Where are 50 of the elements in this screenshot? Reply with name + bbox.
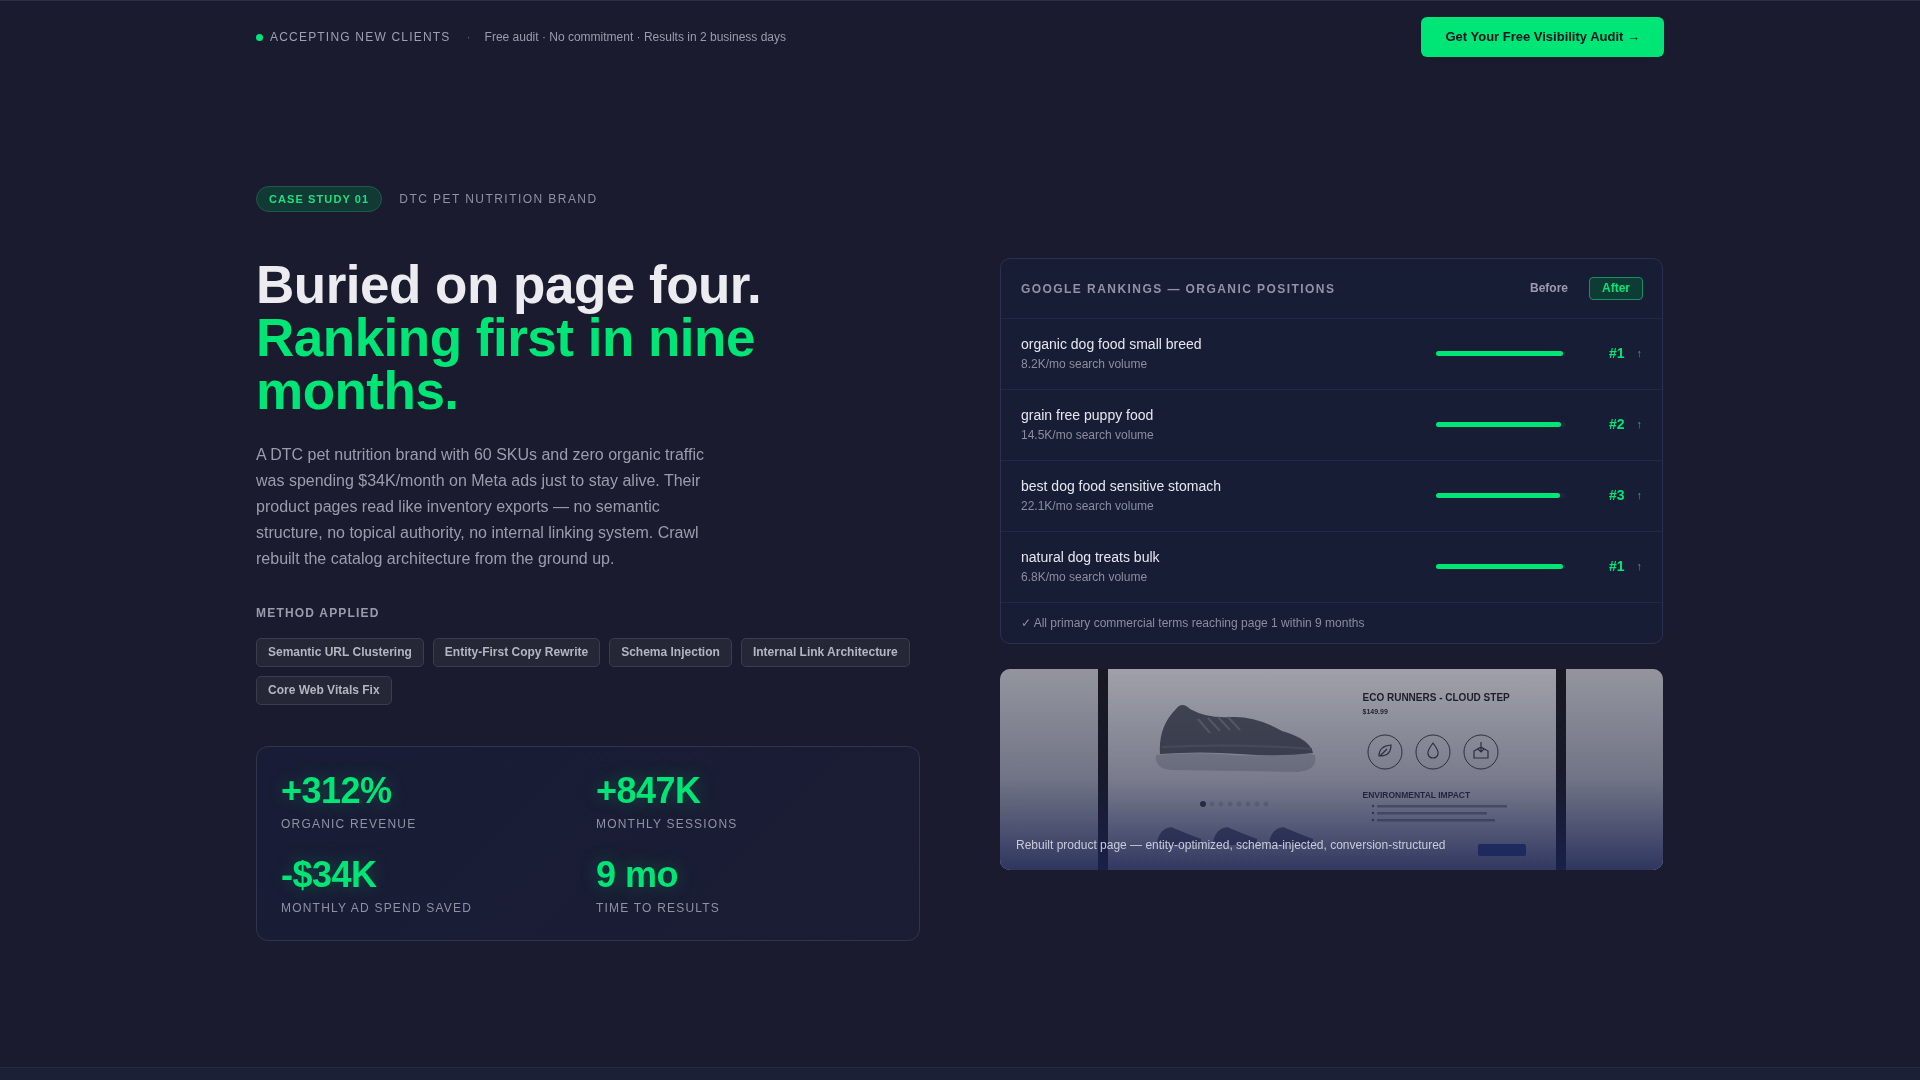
method-tag: Semantic URL Clustering	[256, 638, 424, 667]
package-icon	[1462, 734, 1499, 770]
screenshot-caption: Rebuilt product page — entity-optimized, schema-injected, conversion-structured	[1016, 837, 1446, 853]
stat-label: MONTHLY SESSIONS	[596, 816, 739, 832]
case-study-badge: CASE STUDY 01	[256, 186, 383, 212]
keyword-text: natural dog treats bulk	[1021, 548, 1160, 567]
search-volume-text: 22.1K/mo search volume	[1021, 498, 1155, 514]
rankings-title: GOOGLE RANKINGS — ORGANIC POSITIONS	[1021, 280, 1336, 297]
rank-position: #1	[1607, 557, 1625, 575]
keyword-text: best dog food sensitive stomach	[1021, 477, 1221, 496]
product-title: ECO RUNNERS - CLOUD STEP	[1362, 692, 1511, 704]
stat-value: -$34K	[281, 855, 378, 895]
stat-value: 9 mo	[596, 855, 680, 895]
keyword-text: grain free puppy food	[1021, 406, 1154, 425]
stat-value: +312%	[281, 771, 393, 811]
leaf-icon	[1366, 734, 1403, 770]
view-toggle-tab[interactable]: After	[1589, 277, 1643, 300]
stat-label: ORGANIC REVENUE	[281, 816, 418, 832]
offer-note: Free audit · No commitment · Results in 2 business days	[484, 29, 786, 45]
method-tag: Core Web Vitals Fix	[256, 676, 392, 705]
description-text: A DTC pet nutrition brand with 60 SKUs and zero organic traffic was spending $34K/month on Meta ads just to stay alive. Their product pages read like inventory exports — no semantic structure, no topical authority, no internal linking system. Crawl rebuilt the catalog architecture from the ground up.	[256, 445, 705, 569]
status-dot-icon	[256, 33, 263, 41]
method-heading: METHOD APPLIED	[256, 605, 381, 621]
rankings-footnote: ✓ All primary commercial terms reaching page 1 within 9 months	[1001, 602, 1662, 643]
view-toggle-tab[interactable]: Before	[1516, 277, 1581, 300]
trend-arrow-icon: ↑	[1636, 346, 1642, 360]
pagination-dots-drawing	[1200, 801, 1270, 807]
search-volume-text: 6.8K/mo search volume	[1021, 569, 1149, 585]
rank-position: #3	[1607, 486, 1625, 504]
rank-position: #1	[1607, 344, 1625, 362]
search-volume-text: 8.2K/mo search volume	[1021, 356, 1149, 372]
page-button-drawing	[1477, 844, 1526, 856]
keyword-text: organic dog food small breed	[1021, 335, 1202, 354]
status-text: ACCEPTING NEW CLIENTS	[270, 29, 451, 45]
drop-icon	[1414, 734, 1451, 770]
stat-value: +847K	[596, 771, 702, 811]
rank-position: #2	[1607, 415, 1625, 433]
stat-label: MONTHLY AD SPEND SAVED	[281, 900, 474, 916]
product-section-heading: ENVIRONMENTAL IMPACT	[1362, 790, 1472, 800]
separator-text: ·	[466, 29, 471, 45]
trend-arrow-icon: ↑	[1636, 559, 1642, 573]
stat-label: TIME TO RESULTS	[596, 900, 722, 916]
search-volume-text: 14.5K/mo search volume	[1021, 427, 1154, 443]
trend-arrow-icon: ↑	[1636, 488, 1642, 502]
trend-arrow-icon: ↑	[1636, 417, 1642, 431]
method-tag: Internal Link Architecture	[740, 638, 910, 667]
method-tag: Entity-First Copy Rewrite	[432, 638, 601, 667]
audit-button[interactable]: Get Your Free Visibility Audit →	[1421, 17, 1664, 57]
method-tag: Schema Injection	[609, 638, 732, 667]
client-label: DTC PET NUTRITION BRAND	[399, 191, 598, 207]
